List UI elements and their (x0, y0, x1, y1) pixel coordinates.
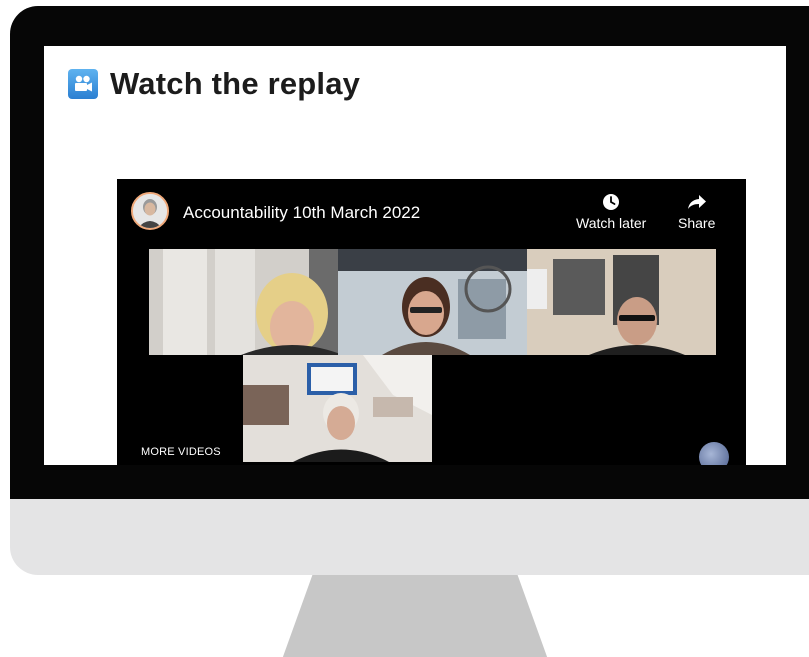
share-button[interactable]: Share (678, 193, 715, 231)
video-player[interactable]: Accountability 10th March 2022 Watch lat… (117, 179, 746, 465)
watch-later-button[interactable]: Watch later (576, 193, 646, 231)
monitor-illustration: Watch the replay Accountability 10th Mar… (0, 0, 809, 657)
monitor-chin (10, 499, 809, 575)
watch-later-label: Watch later (576, 215, 647, 231)
participant-tile (149, 249, 338, 355)
section-heading: Watch the replay (68, 66, 360, 102)
page-title: Watch the replay (110, 66, 361, 101)
more-videos-link[interactable]: MORE VIDEOS (141, 446, 221, 458)
monitor-screen: Watch the replay Accountability 10th Mar… (44, 46, 786, 465)
share-label: Share (678, 215, 716, 231)
clock-icon (603, 194, 620, 210)
participant-tile (243, 355, 432, 462)
channel-avatar[interactable] (131, 192, 169, 230)
monitor-stand (280, 575, 550, 657)
share-arrow-icon (687, 195, 706, 209)
video-title[interactable]: Accountability 10th March 2022 (183, 203, 420, 223)
channel-logo-badge[interactable] (699, 442, 729, 465)
participant-tile (338, 249, 527, 355)
participant-tile (527, 249, 716, 355)
movie-camera-icon (68, 69, 98, 99)
